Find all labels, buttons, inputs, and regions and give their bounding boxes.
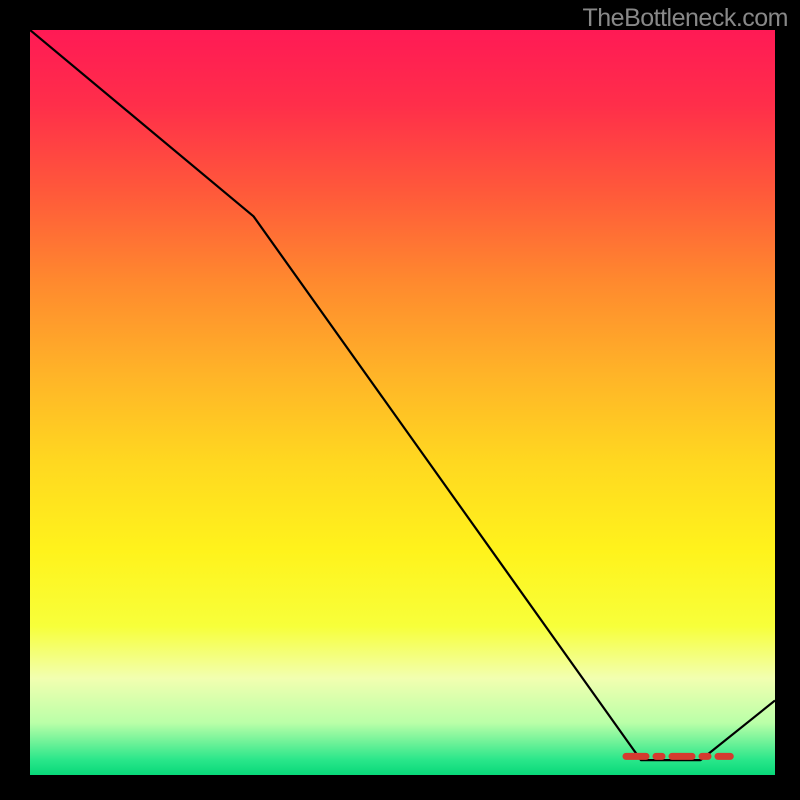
bottleneck-curve xyxy=(30,30,775,760)
chart-container: TheBottleneck.com xyxy=(0,0,800,800)
plot-area xyxy=(30,30,775,775)
watermark-text: TheBottleneck.com xyxy=(583,4,789,33)
chart-svg xyxy=(30,30,775,775)
